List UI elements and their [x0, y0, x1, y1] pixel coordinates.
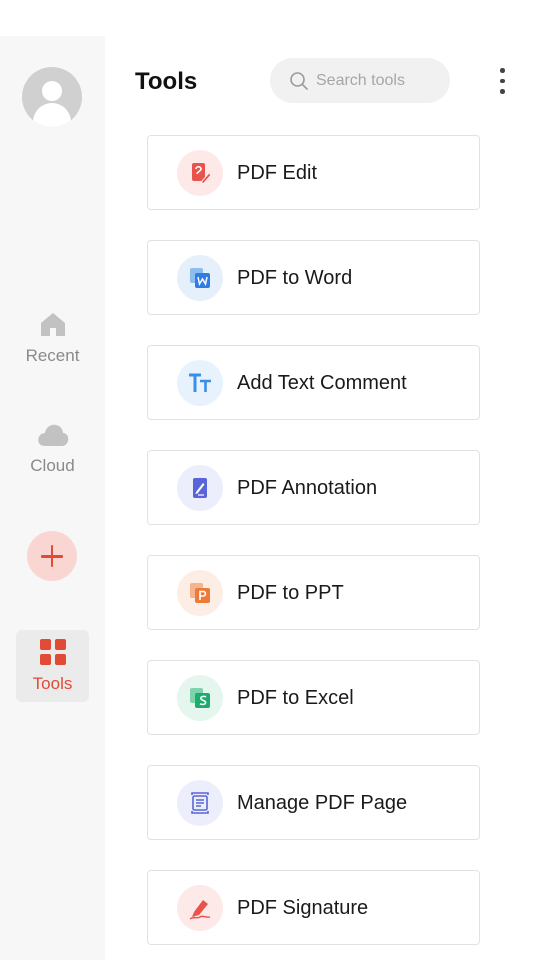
sidebar-item-tools[interactable]: Tools	[16, 630, 89, 702]
sidebar-item-label: Cloud	[30, 456, 75, 475]
tool-label: PDF Edit	[237, 162, 318, 184]
more-dot	[500, 68, 505, 73]
more-vertical-icon[interactable]	[490, 66, 514, 96]
excel-icon	[177, 675, 223, 721]
app: Recent Cloud Tools Tools Search tools PD…	[0, 0, 540, 960]
grid-icon	[39, 639, 66, 665]
sidebar-item-label: Tools	[32, 674, 73, 693]
avatar[interactable]	[22, 67, 82, 127]
tool-card-pdf-edit[interactable]: PDF Edit	[147, 135, 480, 210]
tool-card-pdf-to-excel[interactable]: PDF to Excel	[147, 660, 480, 735]
sidebar-item-cloud[interactable]: Cloud	[16, 412, 89, 484]
search-bar[interactable]	[270, 58, 450, 103]
avatar-body	[33, 103, 71, 127]
avatar-head	[42, 81, 62, 101]
tool-card-manage-pdf-page[interactable]: Manage PDF Page	[147, 765, 480, 840]
more-dot	[500, 89, 505, 94]
home-icon	[40, 313, 65, 336]
cloud-icon	[37, 424, 68, 446]
add-button[interactable]	[27, 531, 77, 581]
search-input[interactable]	[316, 58, 441, 103]
tool-label: Manage PDF Page	[237, 792, 408, 814]
annotation-icon	[177, 465, 223, 511]
tool-card-pdf-annotation[interactable]: PDF Annotation	[147, 450, 480, 525]
tool-card-pdf-signature[interactable]: PDF Signature	[147, 870, 480, 945]
tool-card-pdf-to-ppt[interactable]: PDF to PPT	[147, 555, 480, 630]
page-title: Tools	[135, 68, 198, 95]
tool-label: PDF Annotation	[237, 477, 378, 499]
tool-label: PDF to PPT	[237, 582, 344, 604]
more-dot	[500, 78, 505, 83]
search-icon	[290, 72, 308, 90]
signature-icon	[177, 885, 223, 931]
tool-label: PDF Signature	[237, 897, 369, 919]
sidebar-item-label: Recent	[25, 346, 80, 365]
ppt-icon	[177, 570, 223, 616]
tool-card-pdf-to-word[interactable]: PDF to Word	[147, 240, 480, 315]
sidebar: Recent Cloud Tools	[0, 36, 105, 960]
tool-label: Add Text Comment	[237, 372, 407, 394]
text-icon	[177, 360, 223, 406]
sidebar-item-recent[interactable]: Recent	[16, 302, 89, 374]
tool-card-add-text-comment[interactable]: Add Text Comment	[147, 345, 480, 420]
word-icon	[177, 255, 223, 301]
pdf-edit-icon	[177, 150, 223, 196]
tool-label: PDF to Excel	[237, 687, 354, 709]
tool-label: PDF to Word	[237, 267, 353, 289]
manage-pages-icon	[177, 780, 223, 826]
